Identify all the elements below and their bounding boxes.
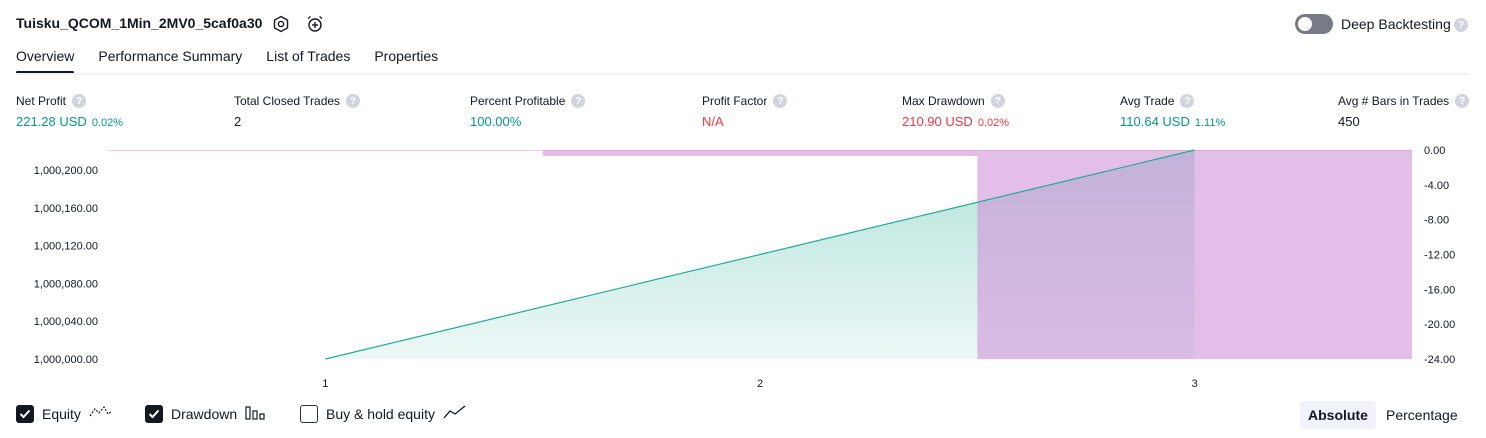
metric-profit-factor: Profit Factor? N/A (702, 94, 788, 129)
buy-hold-checkbox[interactable] (300, 404, 318, 423)
tab-list-of-trades[interactable]: List of Trades (266, 48, 350, 72)
left-axis-tick: 1,000,160.00 (34, 203, 98, 215)
right-axis-tick: -24.00 (1424, 354, 1455, 366)
tab-performance-summary[interactable]: Performance Summary (98, 48, 242, 72)
metric-percent: 0.02% (91, 117, 124, 129)
equity-drawdown-chart: 1,000,200.00 1,000,160.00 1,000,120.00 1,00… (34, 145, 1455, 390)
drawdown-bar-2 (1194, 150, 1412, 359)
legend-label: Buy & hold equity (326, 405, 435, 422)
strategy-title: Tuisku_QCOM_1Min_2MV0_5caf0a30 (16, 15, 263, 31)
drawdown-checkbox[interactable] (145, 404, 163, 423)
metric-value: 100.00% (470, 114, 522, 129)
drawdown-bar-0 (542, 150, 978, 156)
legend-drawdown[interactable]: Drawdown (145, 404, 267, 423)
metric-percent-profitable: Percent Profitable? 100.00% (470, 94, 586, 129)
metric-value: N/A (702, 114, 724, 129)
left-axis-tick: 1,000,040.00 (34, 316, 98, 328)
metric-label: Avg Trade (1120, 94, 1175, 108)
right-axis-tick: -20.00 (1424, 319, 1455, 331)
left-axis-tick: 1,000,000.00 (34, 354, 98, 366)
settings-hex-icon[interactable] (270, 13, 292, 35)
help-icon[interactable]: ? (72, 94, 87, 108)
toggle-knob (1298, 17, 1312, 31)
help-icon[interactable]: ? (1454, 18, 1468, 32)
equity-line-icon (89, 404, 113, 423)
scale-absolute-button[interactable]: Absolute (1300, 401, 1376, 429)
left-axis-tick: 1,000,080.00 (34, 278, 98, 290)
right-axis-tick: -16.00 (1424, 284, 1455, 296)
left-axis-tick: 1,000,120.00 (34, 241, 98, 253)
tab-bar: Overview Performance Summary List of Tra… (16, 48, 438, 74)
help-icon[interactable]: ? (990, 94, 1005, 108)
scale-percentage-button[interactable]: Percentage (1378, 401, 1466, 429)
tabs-divider (16, 73, 1470, 75)
metric-label: Max Drawdown (902, 94, 985, 108)
x-axis-tick: 1 (322, 378, 328, 390)
metric-value: 110.64 USD (1120, 114, 1190, 129)
metric-percent: 0.02% (977, 117, 1010, 129)
help-icon[interactable]: ? (346, 94, 361, 108)
right-axis-tick: -8.00 (1424, 215, 1449, 227)
help-icon[interactable]: ? (1180, 94, 1195, 108)
metric-net-profit: Net Profit? 221.28 USD 0.02% (16, 94, 123, 129)
legend-buy-hold[interactable]: Buy & hold equity (300, 404, 467, 423)
metric-avg-bars-in-trades: Avg # Bars in Trades? 450 (1338, 94, 1470, 129)
metric-value: 221.28 USD (16, 114, 87, 129)
legend-equity[interactable]: Equity (16, 404, 113, 423)
metric-label: Profit Factor (702, 94, 768, 108)
deep-backtesting-label: Deep Backtesting (1341, 16, 1451, 32)
metric-avg-trade: Avg Trade? 110.64 USD 1.11% (1120, 94, 1225, 129)
tab-properties[interactable]: Properties (374, 48, 438, 72)
alarm-add-icon[interactable] (304, 13, 326, 35)
metric-label: Net Profit (16, 94, 67, 108)
metric-label: Total Closed Trades (234, 94, 341, 108)
equity-checkbox[interactable] (16, 404, 34, 423)
metric-label: Percent Profitable (470, 94, 566, 108)
right-axis-tick: 0.00 (1424, 145, 1445, 157)
help-icon[interactable]: ? (571, 94, 586, 108)
left-axis-tick: 1,000,200.00 (34, 165, 98, 177)
help-icon[interactable]: ? (773, 94, 788, 108)
x-axis-tick: 3 (1192, 378, 1198, 390)
drawdown-bars-icon (245, 404, 267, 423)
deep-backtesting-toggle[interactable] (1295, 14, 1333, 34)
metric-label: Avg # Bars in Trades (1338, 94, 1450, 108)
metric-value: 450 (1338, 114, 1360, 129)
buy-hold-line-icon (443, 404, 467, 423)
drawdown-bar-1 (977, 150, 1195, 359)
metric-percent: 1.11% (1194, 117, 1226, 129)
metric-total-closed-trades: Total Closed Trades? 2 (234, 94, 361, 129)
metric-value: 210.90 USD (902, 114, 973, 129)
right-axis-tick: -12.00 (1424, 250, 1455, 262)
legend-label: Drawdown (171, 405, 238, 422)
metric-value: 2 (234, 114, 242, 129)
help-icon[interactable]: ? (1455, 94, 1470, 108)
tab-overview[interactable]: Overview (16, 48, 75, 74)
metric-max-drawdown: Max Drawdown? 210.90 USD 0.02% (902, 94, 1009, 129)
legend-label: Equity (42, 405, 81, 422)
x-axis-tick: 2 (757, 378, 763, 390)
right-axis-tick: -4.00 (1424, 180, 1449, 192)
